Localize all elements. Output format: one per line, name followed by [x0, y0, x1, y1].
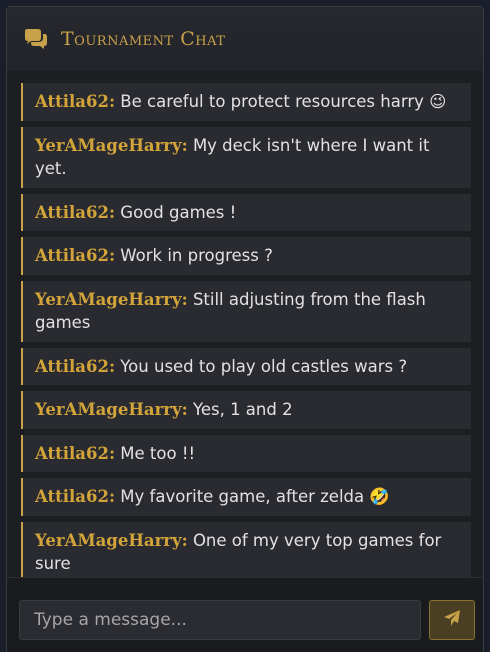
message-list[interactable]: Attila62: Be careful to protect resource…: [7, 71, 483, 577]
message-text: Work in progress ?: [120, 246, 273, 265]
message-author[interactable]: YerAMageHarry:: [35, 400, 188, 419]
message-input[interactable]: [19, 600, 421, 640]
chat-message: YerAMageHarry: Still adjusting from the …: [21, 280, 471, 342]
message-text: You used to play old castles wars ?: [120, 356, 408, 376]
comments-icon: [23, 28, 49, 50]
chat-message: Attila62: Work in progress ?: [21, 237, 471, 275]
message-author[interactable]: Attila62:: [35, 444, 115, 463]
message-author[interactable]: YerAMageHarry:: [35, 136, 188, 155]
chat-panel: Tournament Chat Attila62: Be careful to …: [6, 6, 484, 652]
chat-message: Attila62: My favorite game, after zelda …: [21, 478, 471, 516]
message-text: My favorite game, after zelda 🤣: [120, 487, 390, 506]
message-text: Good games !: [120, 202, 237, 222]
message-author[interactable]: Attila62:: [35, 487, 115, 506]
message-author[interactable]: Attila62:: [35, 357, 115, 376]
chat-message: Attila62: You used to play old castles w…: [21, 347, 471, 385]
message-author[interactable]: Attila62:: [35, 246, 115, 265]
chat-message: YerAMageHarry: One of my very top games …: [21, 521, 471, 577]
message-author[interactable]: Attila62:: [35, 92, 115, 111]
chat-composer: [7, 577, 483, 652]
message-text: Be careful to protect resources harry 😉: [120, 92, 447, 111]
chat-message: Attila62: Good games !: [21, 193, 471, 231]
paper-plane-icon: [443, 609, 461, 631]
chat-header: Tournament Chat: [7, 7, 483, 72]
send-button[interactable]: [429, 600, 475, 640]
chat-message: YerAMageHarry: Yes, 1 and 2: [21, 391, 471, 429]
message-author[interactable]: YerAMageHarry:: [35, 531, 188, 550]
message-text: Yes, 1 and 2: [192, 400, 293, 419]
chat-message: Attila62: Be careful to protect resource…: [21, 83, 471, 121]
message-author[interactable]: Attila62:: [35, 203, 115, 222]
chat-message: YerAMageHarry: My deck isn't where I wan…: [21, 126, 471, 188]
chat-title: Tournament Chat: [61, 28, 226, 50]
message-author[interactable]: YerAMageHarry:: [35, 290, 188, 309]
message-text: Me too !!: [120, 443, 196, 463]
chat-message: Attila62: Me too !!: [21, 434, 471, 472]
